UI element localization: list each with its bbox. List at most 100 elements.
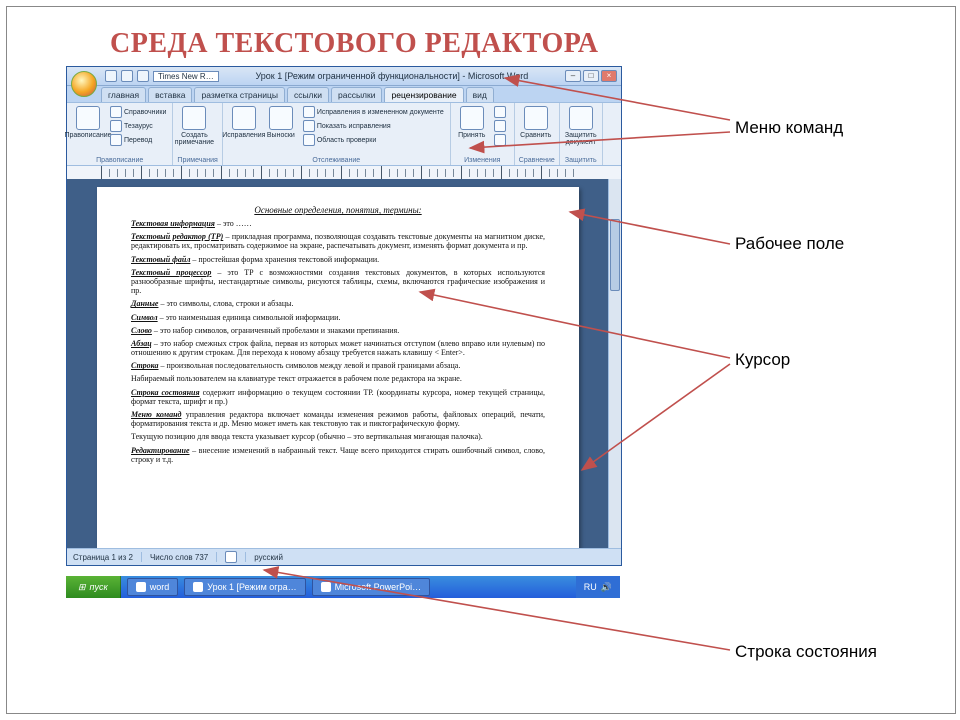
- term-definition: – произвольная последовательность символ…: [159, 361, 461, 370]
- doc-paragraph: Набираемый пользователем на клавиатуре т…: [131, 374, 545, 383]
- doc-paragraph: Редактирование – внесение изменений в на…: [131, 446, 545, 464]
- reject-icon[interactable]: [492, 106, 510, 118]
- term-definition: – это набор символов, ограниченный пробе…: [152, 326, 399, 335]
- save-icon[interactable]: [105, 70, 117, 82]
- callout-cursor: Курсор: [735, 350, 790, 370]
- start-button[interactable]: ⊞ пуск: [66, 576, 121, 598]
- term: Данные: [131, 299, 158, 308]
- term-definition: Набираемый пользователем на клавиатуре т…: [131, 374, 462, 383]
- reject-icon: [494, 106, 506, 118]
- ribbon-group-2: ИсправленияВыноскиИсправления в измененн…: [223, 103, 451, 165]
- term: Текстовый редактор (ТР): [131, 232, 223, 241]
- doc-icon[interactable]: Показать исправления: [301, 120, 446, 132]
- doc-icon[interactable]: Исправления в измененном документе: [301, 106, 446, 118]
- maximize-button[interactable]: □: [583, 70, 599, 82]
- pane-icon[interactable]: Область проверки: [301, 134, 446, 146]
- lock-icon[interactable]: Защитить документ: [564, 106, 598, 150]
- status-proof-icon[interactable]: [225, 551, 237, 563]
- windows-taskbar: ⊞ пуск word Урок 1 [Режим огра… Microsoft …: [66, 576, 620, 598]
- term-definition: – простейшая форма хранения текстовой ин…: [190, 255, 379, 264]
- term-definition: – внесение изменений в набранный текст. …: [131, 446, 545, 464]
- task-icon: [321, 582, 331, 592]
- track-icon[interactable]: Исправления: [227, 106, 261, 150]
- tab-5[interactable]: рецензирование: [384, 87, 463, 102]
- track-icon: [232, 106, 256, 130]
- doc-paragraph: Строка – произвольная последовательность…: [131, 361, 545, 370]
- undo-icon[interactable]: [121, 70, 133, 82]
- doc-icon: [303, 106, 315, 118]
- window-title: Урок 1 [Режим ограниченной функционально…: [219, 71, 565, 81]
- ribbon-group-3: ПринятьИзменения: [451, 103, 515, 165]
- doc-heading: Основные определения, понятия, термины:: [131, 205, 545, 215]
- document-area[interactable]: Основные определения, понятия, термины: …: [67, 179, 609, 549]
- taskbar-task-2[interactable]: Microsoft PowerPoi…: [312, 578, 431, 596]
- ribbon: ПравописаниеСправочникиТезаурусПереводПр…: [67, 102, 621, 166]
- tab-0[interactable]: главная: [101, 87, 146, 102]
- book-icon[interactable]: Тезаурус: [108, 120, 168, 132]
- start-label: пуск: [90, 582, 108, 592]
- doc-paragraph: Данные – это символы, слова, строки и аб…: [131, 299, 545, 308]
- term-definition: – это символы, слова, строки и абзацы.: [158, 299, 293, 308]
- group-label: Защитить: [564, 156, 598, 164]
- book-icon[interactable]: Справочники: [108, 106, 168, 118]
- comment-icon[interactable]: Создать примечание: [177, 106, 211, 150]
- prev-icon: [494, 120, 506, 132]
- globe-icon: [110, 134, 122, 146]
- term: Редактирование: [131, 446, 190, 455]
- callout-menu: Меню команд: [735, 118, 843, 138]
- status-language[interactable]: русский: [254, 553, 283, 562]
- tab-2[interactable]: разметка страницы: [194, 87, 284, 102]
- compare-icon[interactable]: Сравнить: [519, 106, 553, 150]
- abc-icon[interactable]: Правописание: [71, 106, 105, 150]
- tray-volume-icon[interactable]: 🔊: [601, 582, 612, 593]
- scrollbar-thumb[interactable]: [610, 219, 620, 291]
- slide-title: СРЕДА ТЕКСТОВОГО РЕДАКТОРА: [110, 28, 599, 60]
- btn-label: Перевод: [124, 137, 152, 144]
- qat-font-selector[interactable]: Times New R…: [153, 71, 219, 82]
- globe-icon[interactable]: Перевод: [108, 134, 168, 146]
- taskbar-task-1[interactable]: Урок 1 [Режим огра…: [184, 578, 305, 596]
- doc-paragraph: Слово – это набор символов, ограниченный…: [131, 326, 545, 335]
- doc-paragraph: Текстовый файл – простейшая форма хранен…: [131, 255, 545, 264]
- quick-access-toolbar: Times New R…: [101, 70, 219, 82]
- btn-label: Сравнить: [520, 132, 551, 139]
- term-definition: управления редактора включает команды из…: [131, 410, 545, 428]
- taskbar-task-0[interactable]: word: [127, 578, 179, 596]
- btn-label: Исправления: [222, 132, 265, 139]
- titlebar: Times New R… Урок 1 [Режим ограниченной …: [67, 67, 621, 86]
- ribbon-group-1: Создать примечание Примечания: [173, 103, 222, 165]
- lock-icon: [569, 106, 593, 130]
- status-bar[interactable]: Страница 1 из 2 Число слов 737 русский: [67, 548, 621, 565]
- document-page: Основные определения, понятия, термины: …: [97, 187, 579, 549]
- balloon-icon: [269, 106, 293, 130]
- ribbon-tabs: главнаявставкаразметка страницыссылкирас…: [67, 86, 621, 102]
- tray-lang[interactable]: RU: [584, 582, 597, 592]
- tab-6[interactable]: вид: [466, 87, 494, 102]
- next-icon[interactable]: [492, 134, 510, 146]
- doc-icon: [303, 120, 315, 132]
- group-label: Правописание: [71, 156, 168, 164]
- windows-logo-icon: ⊞: [78, 582, 86, 593]
- btn-label: Создать примечание: [175, 132, 214, 146]
- doc-paragraph: Текстовый процессор – это ТР с возможнос…: [131, 268, 545, 296]
- btn-label: Защитить документ: [564, 132, 598, 146]
- accept-icon[interactable]: Принять: [455, 106, 489, 150]
- term: Абзац: [131, 339, 152, 348]
- callout-status: Строка состояния: [735, 642, 877, 662]
- balloon-icon[interactable]: Выноски: [264, 106, 298, 150]
- system-tray[interactable]: RU 🔊: [576, 576, 620, 598]
- term: Строка: [131, 361, 159, 370]
- group-label: Примечания: [177, 156, 217, 164]
- office-button[interactable]: [71, 71, 97, 97]
- btn-label: Правописание: [64, 132, 111, 139]
- tab-1[interactable]: вставка: [148, 87, 192, 102]
- redo-icon[interactable]: [137, 70, 149, 82]
- minimize-button[interactable]: –: [565, 70, 581, 82]
- btn-label: Область проверки: [317, 137, 376, 144]
- close-button[interactable]: ×: [601, 70, 617, 82]
- term: Текстовая информация: [131, 219, 215, 228]
- tab-3[interactable]: ссылки: [287, 87, 329, 102]
- vertical-scrollbar[interactable]: [608, 179, 621, 549]
- tab-4[interactable]: рассылки: [331, 87, 383, 102]
- prev-icon[interactable]: [492, 120, 510, 132]
